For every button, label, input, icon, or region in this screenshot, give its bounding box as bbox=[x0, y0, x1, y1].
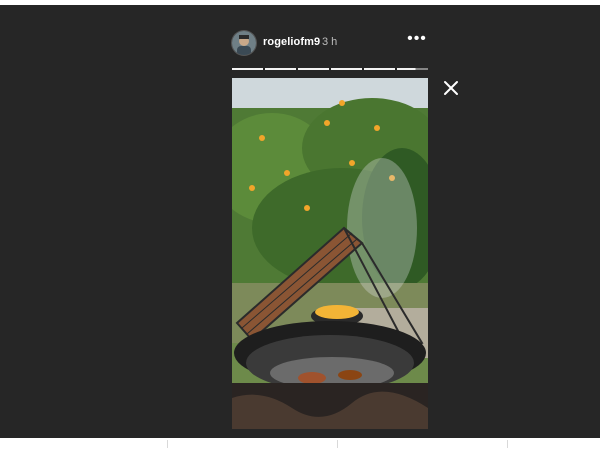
close-icon[interactable] bbox=[441, 78, 461, 98]
story-progress-bar bbox=[232, 68, 428, 70]
more-options-icon[interactable]: ••• bbox=[406, 30, 428, 50]
story-viewer: rogeliofm9 3 h ••• bbox=[0, 5, 600, 438]
progress-segment bbox=[298, 68, 329, 70]
username[interactable]: rogeliofm9 bbox=[263, 36, 320, 48]
progress-segment-current bbox=[397, 68, 428, 70]
story-header: rogeliofm9 3 h ••• bbox=[232, 27, 428, 61]
progress-segment bbox=[265, 68, 296, 70]
story-image[interactable] bbox=[232, 78, 428, 429]
avatar[interactable] bbox=[232, 31, 256, 55]
footer-divider bbox=[507, 440, 508, 448]
footer-divider bbox=[167, 440, 168, 448]
progress-segment bbox=[364, 68, 395, 70]
progress-segment bbox=[331, 68, 362, 70]
page-footer bbox=[0, 438, 600, 450]
footer-divider bbox=[337, 440, 338, 448]
progress-segment bbox=[232, 68, 263, 70]
story-timestamp: 3 h bbox=[322, 36, 338, 48]
